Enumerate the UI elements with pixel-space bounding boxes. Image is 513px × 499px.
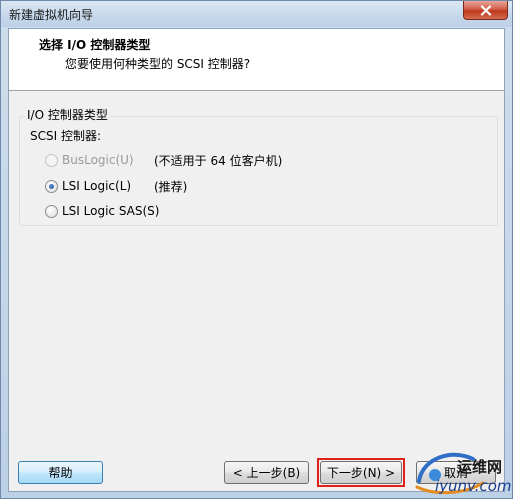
radio-lsi-logic-label: LSI Logic(L): [62, 179, 132, 193]
radio-buslogic[interactable]: BusLogic(U): [45, 152, 134, 168]
close-icon: [480, 4, 492, 16]
radio-lsi-logic-note: (推荐): [154, 180, 188, 194]
cancel-button[interactable]: 取消: [416, 461, 496, 484]
next-button-highlight: [317, 458, 405, 487]
radio-lsi-logic-sas-label: LSI Logic SAS(S): [62, 204, 160, 218]
help-button[interactable]: 帮助: [18, 461, 103, 484]
radio-lsi-logic[interactable]: LSI Logic(L): [45, 178, 131, 194]
page-title: 选择 I/O 控制器类型: [39, 38, 151, 52]
page-subtitle: 您要使用何种类型的 SCSI 控制器?: [65, 57, 251, 71]
radio-lsi-logic-indicator[interactable]: [45, 179, 58, 193]
scsi-controller-label: SCSI 控制器:: [30, 129, 102, 143]
group-legend: I/O 控制器类型: [25, 106, 110, 123]
radio-lsi-logic-sas[interactable]: LSI Logic SAS(S): [45, 203, 159, 219]
close-button[interactable]: [463, 1, 508, 20]
radio-buslogic-label: BusLogic(U): [62, 153, 134, 167]
radio-lsi-logic-sas-indicator[interactable]: [45, 204, 58, 218]
radio-buslogic-indicator[interactable]: [45, 153, 58, 167]
back-button[interactable]: < 上一步(B): [224, 461, 309, 484]
wizard-client-area: 选择 I/O 控制器类型 您要使用何种类型的 SCSI 控制器? I/O 控制器…: [8, 28, 505, 492]
wizard-window: 新建虚拟机向导 选择 I/O 控制器类型 您要使用何种类型的 SCSI 控制器?…: [0, 0, 513, 499]
title-bar[interactable]: 新建虚拟机向导: [1, 1, 512, 27]
wizard-header: 选择 I/O 控制器类型 您要使用何种类型的 SCSI 控制器?: [9, 29, 504, 91]
radio-buslogic-note: (不适用于 64 位客户机): [154, 154, 283, 168]
window-title: 新建虚拟机向导: [9, 8, 94, 22]
